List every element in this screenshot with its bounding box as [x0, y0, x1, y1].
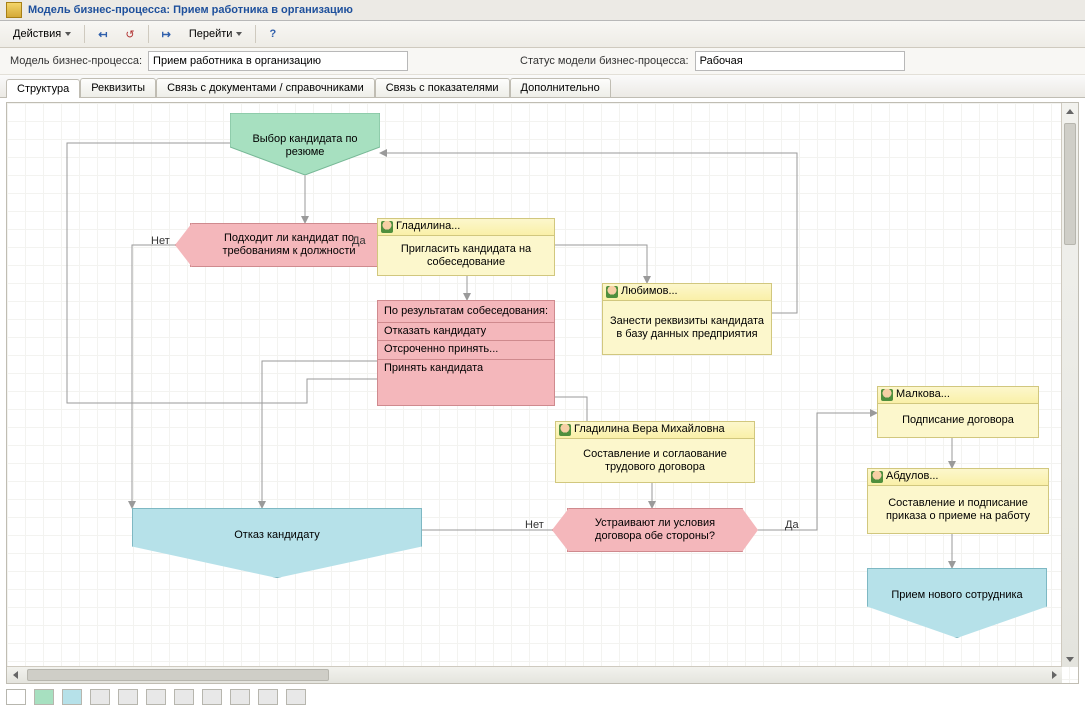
terminal-accept-label: Прием нового сотрудника: [891, 589, 1022, 602]
tab-structure[interactable]: Структура: [6, 79, 80, 98]
edge-label-yes: Да: [352, 235, 366, 247]
goto-menu[interactable]: Перейти: [182, 23, 250, 45]
scroll-thumb[interactable]: [27, 669, 329, 681]
window-titlebar: Модель бизнес-процесса: Прием работника …: [0, 0, 1085, 21]
node-task-order[interactable]: Абдулов... Составление и подписание прик…: [867, 468, 1049, 534]
task-header: Абдулов...: [868, 469, 1048, 486]
switch-opt-defer[interactable]: Отсроченно принять...: [378, 340, 554, 358]
chevron-down-icon: [236, 32, 242, 36]
shape-palette: [6, 687, 306, 707]
switch-title: По результатам собеседования:: [378, 301, 554, 322]
chevron-down-icon: [65, 32, 71, 36]
model-label: Модель бизнес-процесса:: [10, 55, 142, 67]
task-header: Малкова...: [878, 387, 1038, 404]
toolbar-btn-2[interactable]: ↺: [118, 23, 141, 45]
palette-start[interactable]: [34, 689, 54, 705]
task-draft-owner: Гладилина Вера Михайловна: [574, 423, 725, 436]
person-icon: [881, 389, 893, 401]
palette-gray5[interactable]: [202, 689, 222, 705]
task-db-owner: Любимов...: [621, 285, 678, 298]
tab-extra[interactable]: Дополнительно: [510, 78, 611, 97]
node-start-label: Выбор кандидата по резюме: [236, 129, 374, 159]
window-title: Модель бизнес-процесса: Прием работника …: [28, 4, 353, 16]
palette-gray6[interactable]: [230, 689, 250, 705]
app-icon: [6, 2, 22, 18]
person-icon: [559, 424, 571, 436]
palette-terminal[interactable]: [62, 689, 82, 705]
scroll-thumb[interactable]: [1064, 123, 1076, 245]
task-header: Гладилина...: [378, 219, 554, 236]
toolbar-btn-3[interactable]: ↦: [155, 23, 178, 45]
toolbar-btn-1[interactable]: ↤: [91, 23, 114, 45]
refresh-icon: ↺: [125, 28, 134, 41]
status-input[interactable]: [695, 51, 905, 71]
palette-plain[interactable]: [6, 689, 26, 705]
status-label: Статус модели бизнес-процесса:: [520, 55, 689, 67]
scroll-down-icon[interactable]: [1063, 652, 1077, 666]
scroll-up-icon[interactable]: [1063, 104, 1077, 118]
edge-label-yes2: Да: [785, 519, 799, 531]
task-order-owner: Абдулов...: [886, 470, 939, 483]
toolbar-separator: [148, 25, 149, 43]
node-terminal-accept[interactable]: Прием нового сотрудника: [867, 568, 1047, 638]
toolbar-separator: [84, 25, 85, 43]
toolbar-separator: [255, 25, 256, 43]
model-name-input[interactable]: [148, 51, 408, 71]
goto-menu-label: Перейти: [189, 28, 233, 40]
diagram-canvas[interactable]: Выбор кандидата по резюме Подходит ли ка…: [6, 102, 1079, 684]
node-start[interactable]: Выбор кандидата по резюме: [230, 113, 380, 175]
task-invite-owner: Гладилина...: [396, 220, 460, 233]
node-task-draft[interactable]: Гладилина Вера Михайловна Составление и …: [555, 421, 755, 483]
toolbar: Действия ↤ ↺ ↦ Перейти ?: [0, 21, 1085, 48]
arrow-right-icon: ↦: [162, 28, 171, 41]
task-sign-owner: Малкова...: [896, 388, 950, 401]
actions-menu[interactable]: Действия: [6, 23, 78, 45]
node-dec-terms[interactable]: Устраивают ли условия договора обе сторо…: [567, 508, 743, 552]
tab-docs[interactable]: Связь с документами / справочниками: [156, 78, 375, 97]
help-button[interactable]: ?: [262, 23, 283, 45]
terminal-reject-label: Отказ кандидату: [234, 529, 320, 542]
node-task-db[interactable]: Любимов... Занести реквизиты кандидата в…: [602, 283, 772, 355]
person-icon: [381, 221, 393, 233]
scroll-right-icon[interactable]: [1047, 668, 1061, 682]
tab-bar: Структура Реквизиты Связь с документами …: [0, 75, 1085, 98]
person-icon: [871, 471, 883, 483]
scroll-left-icon[interactable]: [8, 668, 22, 682]
tab-metrics[interactable]: Связь с показателями: [375, 78, 510, 97]
task-header: Любимов...: [603, 284, 771, 301]
palette-gray7[interactable]: [258, 689, 278, 705]
node-dec-terms-label: Устраивают ли условия договора обе сторо…: [574, 517, 736, 543]
palette-gray2[interactable]: [118, 689, 138, 705]
switch-opt-reject[interactable]: Отказать кандидату: [378, 322, 554, 340]
palette-gray3[interactable]: [146, 689, 166, 705]
vertical-scrollbar[interactable]: [1061, 103, 1078, 667]
arrow-left-icon: ↤: [98, 28, 107, 41]
tab-requisites[interactable]: Реквизиты: [80, 78, 156, 97]
palette-gray[interactable]: [90, 689, 110, 705]
palette-gray8[interactable]: [286, 689, 306, 705]
help-icon: ?: [269, 28, 276, 40]
person-icon: [606, 286, 618, 298]
node-task-sign[interactable]: Малкова... Подписание договора: [877, 386, 1039, 438]
task-db-body: Занести реквизиты кандидата в базу данны…: [609, 297, 765, 341]
node-terminal-reject[interactable]: Отказ кандидату: [132, 508, 422, 578]
node-task-invite[interactable]: Гладилина... Пригласить кандидата на соб…: [377, 218, 555, 276]
actions-menu-label: Действия: [13, 28, 61, 40]
edge-label-no: Нет: [151, 235, 170, 247]
edge-label-no2: Нет: [525, 519, 544, 531]
switch-opt-accept[interactable]: Принять кандидата: [378, 359, 554, 377]
task-header: Гладилина Вера Михайловна: [556, 422, 754, 439]
palette-gray4[interactable]: [174, 689, 194, 705]
horizontal-scrollbar[interactable]: [7, 666, 1062, 683]
node-switch-interview[interactable]: По результатам собеседования: Отказать к…: [377, 300, 555, 406]
field-row: Модель бизнес-процесса: Статус модели би…: [0, 48, 1085, 75]
